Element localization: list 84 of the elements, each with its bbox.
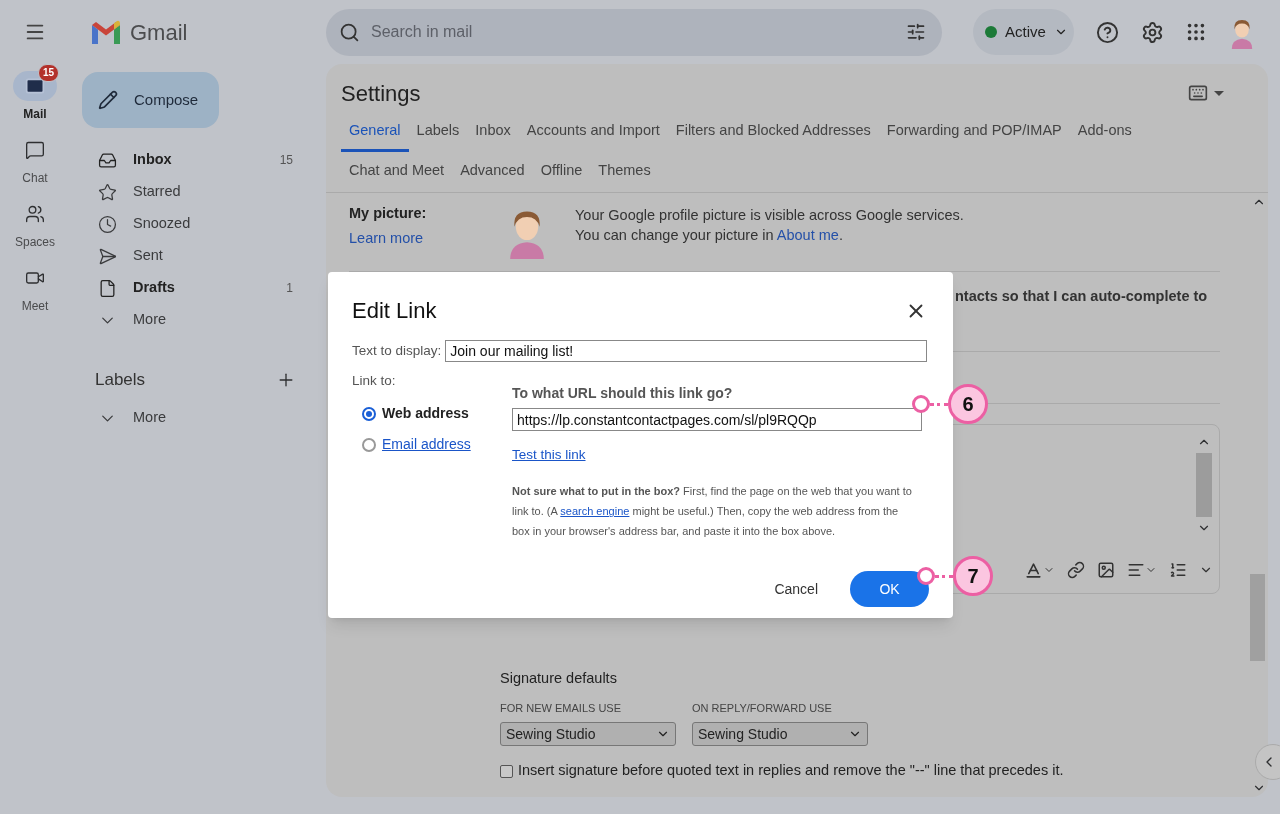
send-icon (98, 246, 117, 266)
settings-tab[interactable]: Accounts and Import (518, 112, 668, 152)
caret-icon (1214, 90, 1224, 96)
cancel-button[interactable]: Cancel (762, 571, 830, 608)
help-text: Not sure what to put in the box? First, find the page on the web that you want to link to. (A search engine might be useful.) Then, copy the web address from the box in your browser's address bar, and paste it into the box above. (512, 484, 913, 540)
text-to-display-field[interactable]: Join our mailing list! (445, 340, 927, 362)
section-heading: Signature defaults (500, 669, 618, 688)
settings-title: Settings (341, 79, 422, 108)
clock-icon (98, 214, 117, 234)
picture-info-text: You can change your picture in About me. (575, 226, 844, 245)
settings-tab[interactable]: General (341, 112, 409, 152)
signature-select[interactable]: Sewing Studio (692, 722, 868, 747)
setting-label: My picture: (349, 204, 428, 223)
nav-item[interactable]: Snoozed (70, 208, 326, 240)
item-count: 1 (286, 280, 293, 297)
app-name: Gmail (130, 18, 188, 47)
checkbox-label: Insert signature before quoted text in replies and remove the "--" line that precedes it. (518, 761, 1064, 781)
nav-item[interactable]: Inbox 15 (70, 144, 326, 176)
contacts-setting-text: ntacts so that I can auto-complete to (955, 288, 1208, 304)
learn-more-link[interactable]: Learn more (349, 227, 499, 250)
settings-tab[interactable]: Themes (590, 152, 659, 192)
status-button[interactable]: Active (973, 9, 1074, 55)
settings-tab[interactable]: Inbox (467, 112, 519, 152)
pencil-icon (98, 90, 118, 110)
signature-select[interactable]: Sewing Studio (500, 722, 676, 747)
select-label: ON REPLY/FORWARD USE (692, 700, 833, 716)
numbered-list-icon (1169, 561, 1187, 579)
help-button[interactable] (1096, 20, 1119, 44)
select-label: FOR NEW EMAILS USE (500, 700, 623, 716)
labels-heading: Labels (95, 369, 147, 392)
nav-item[interactable]: More (70, 304, 326, 336)
rail-item[interactable]: Spaces (5, 199, 65, 251)
settings-tab[interactable]: Add-ons (1069, 112, 1140, 152)
radio-button[interactable] (362, 406, 376, 421)
people-icon (25, 204, 45, 224)
search-field[interactable]: Search in mail (371, 20, 895, 44)
field-label: Text to display: (352, 341, 442, 360)
ok-button[interactable]: OK (850, 571, 929, 608)
dialog-title: Edit Link (352, 297, 438, 325)
settings-icon (1141, 20, 1164, 44)
text-color-icon (1024, 560, 1043, 580)
search-icon (339, 21, 360, 43)
gmail-logo-icon (90, 20, 122, 44)
picture-info-text: Your Google profile picture is visible across Google services. (575, 206, 964, 225)
email-address-link[interactable]: Email address (382, 434, 471, 456)
checkbox[interactable] (500, 764, 513, 778)
mail-icon (25, 76, 45, 96)
item-count: 15 (279, 152, 293, 169)
help-icon (1096, 20, 1119, 44)
search-engine-link[interactable]: search engine (560, 505, 630, 518)
nav-item[interactable]: More (70, 402, 326, 434)
rail-item[interactable]: Meet (5, 263, 65, 315)
nav-item[interactable]: Sent (70, 240, 326, 272)
settings-tab[interactable]: Chat and Meet (341, 152, 453, 192)
keyboard-icon (1188, 83, 1208, 103)
test-link[interactable]: Test this link (512, 445, 586, 466)
about-me-link[interactable]: About me (776, 227, 839, 243)
compose-button[interactable]: Compose (82, 72, 219, 128)
nav-item[interactable]: Starred (70, 176, 326, 208)
align-icon (1127, 561, 1145, 579)
search-bar[interactable]: Search in mail (326, 8, 942, 56)
scrollbar-thumb (1196, 453, 1212, 517)
settings-tab[interactable]: Filters and Blocked Addresses (667, 112, 879, 152)
field-label: To what URL should this link go? (512, 384, 734, 403)
nav-item[interactable]: Drafts 1 (70, 272, 326, 304)
image-icon (1097, 561, 1115, 579)
radio-label: Web address (382, 404, 469, 424)
url-field[interactable]: https://lp.constantcontactpages.com/sl/pl9RQQp (512, 408, 922, 431)
settings-tab[interactable]: Forwarding and POP/IMAP (878, 112, 1070, 152)
settings-tab[interactable]: Offline (532, 152, 591, 192)
radio-button[interactable] (362, 437, 376, 452)
document-icon (98, 278, 117, 298)
apps-grid-icon (1185, 21, 1207, 43)
settings-tab[interactable]: Labels (408, 112, 468, 152)
settings-button[interactable] (1141, 20, 1164, 44)
field-label: Link to: (352, 372, 397, 390)
apps-button[interactable] (1185, 21, 1207, 43)
link-icon (1067, 561, 1085, 579)
star-icon (98, 182, 117, 202)
unread-badge: 15 (37, 64, 59, 82)
settings-tab[interactable]: Advanced (452, 152, 533, 192)
filter-icon (906, 22, 926, 42)
chat-icon (25, 140, 45, 160)
rail-item[interactable]: Chat (5, 135, 65, 187)
